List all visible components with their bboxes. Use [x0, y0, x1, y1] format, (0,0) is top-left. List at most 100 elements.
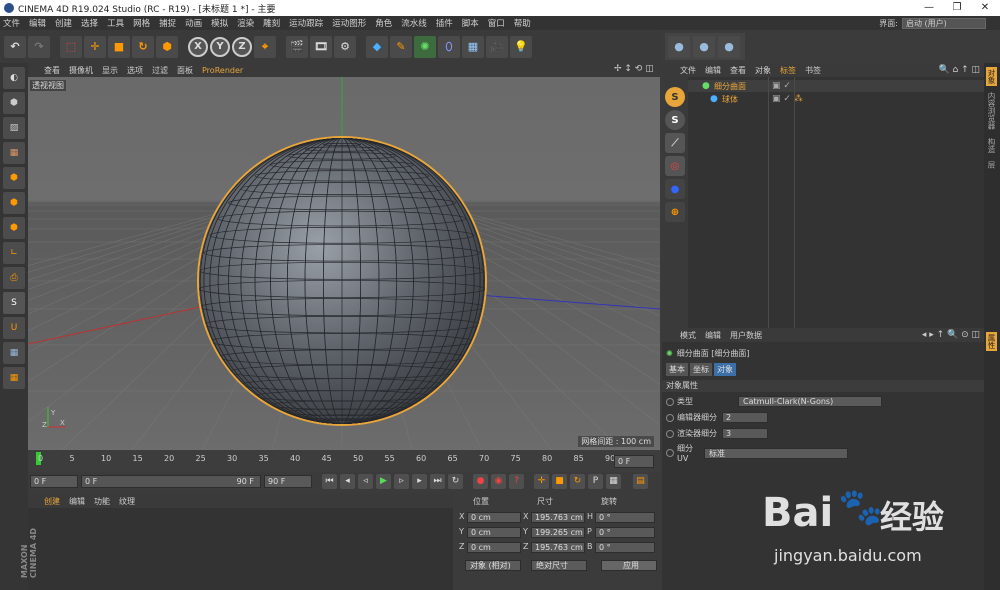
key-rotation-icon[interactable]: ↻ — [570, 473, 585, 489]
prev-key-button[interactable]: ◂ — [340, 473, 355, 489]
menu-item-17[interactable]: 窗口 — [488, 17, 505, 29]
key-scale-icon[interactable]: ■ — [552, 473, 567, 489]
coord-size-2[interactable]: 195.763 cm — [531, 542, 585, 553]
go-to-start-button[interactable]: ⏮ — [322, 473, 337, 489]
maximize-button[interactable]: ❐ — [943, 0, 971, 16]
play-button[interactable]: ▶ — [376, 473, 391, 489]
measure-tool-icon[interactable]: ⟋ — [665, 133, 685, 153]
rotate-tool-icon[interactable]: ↻ — [132, 35, 154, 58]
workplane-icon[interactable]: ▦ — [3, 142, 25, 164]
attribute-nav-icons[interactable]: ◂ ▸ ↑ 🔍 ⊙ ◫ — [922, 330, 980, 340]
scale-tool-icon[interactable]: ■ — [108, 35, 130, 58]
viewport-menu-item-3[interactable]: 选项 — [127, 65, 143, 76]
attribute-menu-item-2[interactable]: 用户数据 — [730, 330, 762, 341]
viewport-nav-icons[interactable]: ✢ ↕ ⟲ ◫ — [614, 64, 654, 74]
timeline-window-icon[interactable]: ▤ — [633, 473, 648, 489]
autokey-icon[interactable]: ◉ — [491, 473, 506, 489]
undo-button[interactable]: ↶ — [4, 35, 26, 58]
cube-object-icon[interactable]: ◆ — [366, 35, 388, 58]
mograph-cloner-icon[interactable]: ● — [668, 35, 690, 58]
menu-item-9[interactable]: 渲染 — [237, 17, 254, 29]
prev-frame-button[interactable]: ◃ — [358, 473, 373, 489]
redo-button[interactable]: ↷ — [28, 35, 50, 58]
tab-content-browser[interactable]: 内容浏览器 — [986, 90, 997, 132]
mograph-fracture-icon[interactable]: ● — [693, 35, 715, 58]
deformer-icon[interactable]: ⬯ — [438, 35, 460, 58]
type-animate-radio[interactable] — [666, 397, 674, 406]
next-frame-button[interactable]: ▹ — [394, 473, 409, 489]
lock-workplane-icon[interactable]: ▦ — [3, 342, 25, 364]
mograph-matrix-icon[interactable]: ● — [718, 35, 740, 58]
object-list[interactable]: ● 细分曲面 ▣ ✓ ● 球体 ▣ ✓ ⁂ — [688, 77, 984, 328]
material-area[interactable] — [28, 508, 453, 590]
next-key-button[interactable]: ▸ — [412, 473, 427, 489]
go-to-end-button[interactable]: ⏭ — [430, 473, 445, 489]
object-menu-item-2[interactable]: 查看 — [730, 65, 746, 76]
attribute-menu-item-1[interactable]: 编辑 — [705, 330, 721, 341]
close-button[interactable]: ✕ — [971, 0, 999, 16]
texture-mode-icon[interactable]: ▨ — [3, 117, 25, 139]
loop-button[interactable]: ↻ — [448, 473, 463, 489]
render-subdivision-radio[interactable] — [666, 429, 674, 438]
menu-item-11[interactable]: 运动跟踪 — [289, 17, 323, 29]
menu-item-6[interactable]: 捕捉 — [159, 17, 176, 29]
polygons-mode-icon[interactable]: ⬢ — [3, 217, 25, 239]
coord-rot-1[interactable]: 0 ° — [595, 527, 655, 538]
viewport-menu-item-0[interactable]: 查看 — [44, 65, 60, 76]
magnet-icon[interactable]: U — [3, 317, 25, 339]
menu-item-8[interactable]: 模拟 — [211, 17, 228, 29]
viewport-menu-item-6[interactable]: ProRender — [202, 66, 243, 75]
coord-size-0[interactable]: 195.763 cm — [531, 512, 585, 523]
end-frame-field[interactable]: 90 F — [264, 474, 312, 488]
recent-tools-icon[interactable]: ⬢ — [156, 35, 178, 58]
tab-objects[interactable]: 对象 — [986, 67, 997, 86]
menu-item-16[interactable]: 脚本 — [462, 17, 479, 29]
menu-item-5[interactable]: 网格 — [133, 17, 150, 29]
tab-structure[interactable]: 构造 — [986, 136, 997, 155]
snap-side-icon[interactable]: S — [665, 87, 685, 107]
record-keys-icon[interactable]: ● — [473, 473, 488, 489]
coord-rot-0[interactable]: 0 ° — [595, 512, 655, 523]
start-frame-field[interactable]: 0 F — [30, 474, 78, 488]
snap-icon[interactable]: S — [3, 292, 25, 314]
coordinate-xyz-icon[interactable]: ⊕ — [665, 202, 685, 222]
axis-mode-icon[interactable]: ∟ — [3, 242, 25, 264]
uv-subdivision-radio[interactable] — [666, 449, 674, 457]
keyframe-selection-icon[interactable]: ? — [509, 473, 524, 489]
type-dropdown[interactable]: Catmull-Clark(N-Gons) — [738, 396, 882, 407]
key-parameter-icon[interactable]: P — [588, 473, 603, 489]
texture-tag-icon[interactable]: ◎ — [665, 156, 685, 176]
render-settings-icon[interactable]: ⚙ — [334, 35, 356, 58]
tab-layers[interactable]: 层 — [986, 159, 997, 171]
menu-item-18[interactable]: 帮助 — [514, 17, 531, 29]
object-menu-item-4[interactable]: 标签 — [780, 65, 796, 76]
object-menu-item-3[interactable]: 对象 — [755, 65, 771, 76]
editor-subdivision-radio[interactable] — [666, 413, 674, 422]
menu-item-14[interactable]: 流水线 — [401, 17, 427, 29]
move-tool-icon[interactable]: ✛ — [84, 35, 106, 58]
coord-size-mode-dropdown[interactable]: 绝对尺寸 — [531, 560, 587, 571]
y-axis-lock-button[interactable]: Y — [210, 36, 230, 57]
viewport-menu-item-4[interactable]: 过滤 — [152, 65, 168, 76]
menu-item-3[interactable]: 选择 — [81, 17, 98, 29]
z-axis-lock-button[interactable]: Z — [232, 36, 252, 57]
coord-rot-2[interactable]: 0 ° — [595, 542, 655, 553]
coord-pos-0[interactable]: 0 cm — [467, 512, 521, 523]
menu-item-10[interactable]: 雕刻 — [263, 17, 280, 29]
attribute-tab-1[interactable]: 坐标 — [690, 363, 712, 376]
coord-mode-dropdown[interactable]: 对象 (相对) — [465, 560, 521, 571]
material-menu-item-3[interactable]: 纹理 — [119, 496, 135, 507]
attribute-tab-0[interactable]: 基本 — [666, 363, 688, 376]
tab-attributes[interactable]: 属性 — [986, 332, 997, 351]
object-row-sphere[interactable]: ● 球体 ▣ ✓ ⁂ — [688, 93, 984, 105]
coordinate-system-icon[interactable]: ⌖ — [254, 35, 276, 58]
material-menu-item-0[interactable]: 创建 — [44, 496, 60, 507]
material-ball-icon[interactable]: ● — [665, 179, 685, 199]
spline-pen-icon[interactable]: ✎ — [390, 35, 412, 58]
frame-range-slider[interactable]: 0 F 90 F — [81, 474, 261, 488]
select-tool-icon[interactable]: ⬚ — [60, 35, 82, 58]
snap-settings-icon[interactable]: S — [665, 110, 685, 130]
key-position-icon[interactable]: ✛ — [534, 473, 549, 489]
attribute-menu-item-0[interactable]: 模式 — [680, 330, 696, 341]
viewport-menu-item-1[interactable]: 摄像机 — [69, 65, 93, 76]
